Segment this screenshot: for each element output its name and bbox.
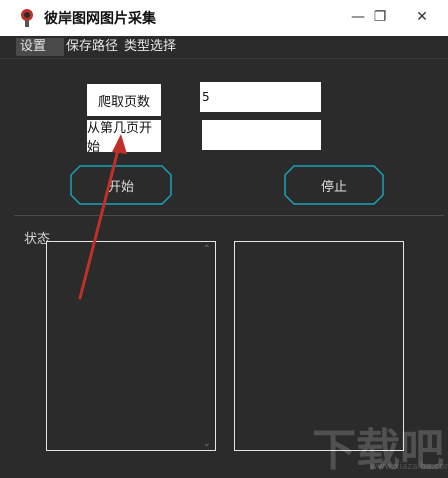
window-title: 彼岸图网图片采集 xyxy=(44,11,156,27)
divider xyxy=(14,215,444,216)
minimize-icon: — xyxy=(351,9,365,25)
stop-button-label: 停止 xyxy=(320,179,347,195)
restore-button[interactable]: ❐ xyxy=(366,6,394,28)
menu-save-path[interactable]: 保存路径 xyxy=(62,38,122,56)
menu-bar: 设置 保存路径 类型选择 xyxy=(0,36,448,59)
start-button[interactable]: 开始 xyxy=(70,165,172,205)
app-window: 彼岸图网图片采集 — ❐ ✕ 设置 保存路径 类型选择 爬取页数 5 从第几页开… xyxy=(0,0,448,476)
app-icon xyxy=(21,9,33,27)
title-bar: 彼岸图网图片采集 — ❐ ✕ xyxy=(0,0,448,36)
log-panel-left[interactable]: ⌃ ⌄ xyxy=(46,241,216,451)
menu-type-select[interactable]: 类型选择 xyxy=(120,38,180,56)
scroll-down-icon[interactable]: ⌄ xyxy=(203,438,211,449)
close-icon: ✕ xyxy=(416,9,428,25)
start-page-input[interactable] xyxy=(202,120,321,150)
watermark-url: www.xiazaiba.com xyxy=(370,462,448,472)
restore-icon: ❐ xyxy=(373,9,387,25)
close-button[interactable]: ✕ xyxy=(408,6,436,28)
scroll-up-icon[interactable]: ⌃ xyxy=(203,244,211,255)
stop-button[interactable]: 停止 xyxy=(284,165,384,205)
start-page-label: 从第几页开始 xyxy=(87,120,161,155)
pages-input[interactable]: 5 xyxy=(200,82,321,112)
pages-label: 爬取页数 xyxy=(87,84,161,116)
start-button-label: 开始 xyxy=(107,179,134,195)
menu-settings[interactable]: 设置 xyxy=(16,38,64,56)
